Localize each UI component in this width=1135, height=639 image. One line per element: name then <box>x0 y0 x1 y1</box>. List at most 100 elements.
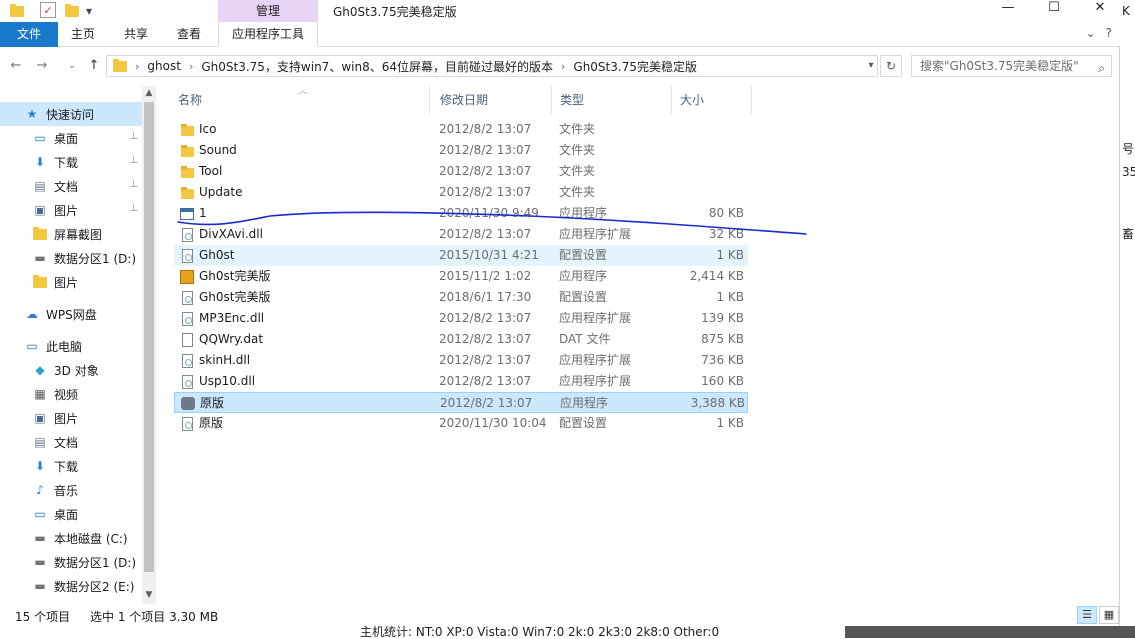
recent-locations-button[interactable]: ⌄ <box>64 57 80 75</box>
tab-file[interactable]: 文件 <box>0 22 58 47</box>
maximize-button[interactable]: ☐ <box>1031 0 1077 18</box>
address-dropdown-icon[interactable]: ▾ <box>864 56 878 76</box>
host-statistics: 主机统计: NT:0 XP:0 Vista:0 Win7:0 2k:0 2k3:… <box>360 625 720 639</box>
file-date: 2015/11/2 1:02 <box>439 269 532 283</box>
folder-icon <box>180 185 194 200</box>
refresh-button[interactable]: ↻ <box>880 55 902 77</box>
file-size: 1 KB <box>716 248 744 262</box>
tab-share[interactable]: 共享 <box>110 22 162 47</box>
file-size: 139 KB <box>701 311 744 325</box>
column-header-date[interactable]: 修改日期 <box>430 86 552 114</box>
nav-item[interactable]: 屏幕截图 <box>0 222 142 246</box>
file-size: 1 KB <box>716 290 744 304</box>
nav-item-label: 数据分区2 (E:) <box>54 579 135 594</box>
file-date: 2012/8/2 13:07 <box>439 164 532 178</box>
file-row[interactable]: Sound 2012/8/2 13:07 文件夹 <box>174 140 748 161</box>
nav-item[interactable]: ⬇ 下载 ⊥ <box>0 150 142 174</box>
file-size: 736 KB <box>701 353 744 367</box>
nav-item[interactable]: ▣ 图片 ⊥ <box>0 198 142 222</box>
search-input[interactable]: 搜索"Gh0St3.75完美稳定版" ⌕ <box>911 55 1112 77</box>
search-icon[interactable]: ⌕ <box>1098 58 1105 78</box>
nav-item[interactable]: 图片 <box>0 270 142 294</box>
file-row[interactable]: Tool 2012/8/2 13:07 文件夹 <box>174 161 748 182</box>
file-row[interactable]: Ico 2012/8/2 13:07 文件夹 <box>174 119 748 140</box>
file-row[interactable]: DivXAvi.dll 2012/8/2 13:07 应用程序扩展 32 KB <box>174 224 748 245</box>
details-view-button[interactable]: ☰ <box>1077 606 1097 624</box>
nav-item[interactable]: ⬇ 下载 <box>0 454 142 478</box>
nav-item[interactable]: ★ 快速访问 <box>0 102 142 126</box>
file-row[interactable]: skinH.dll 2012/8/2 13:07 应用程序扩展 736 KB <box>174 350 748 371</box>
help-icon[interactable]: ? <box>1106 26 1112 40</box>
video-icon: ▦ <box>34 387 46 401</box>
address-bar[interactable]: › ghost › Gh0St3.75，支持win7、win8、64位屏幕，目前… <box>106 55 878 77</box>
desktop-icon: ▭ <box>34 507 46 521</box>
nav-item[interactable]: ▭ 此电脑 <box>0 334 142 358</box>
breadcrumb-ghost[interactable]: ghost <box>147 59 181 73</box>
file-row[interactable]: 原版 2012/8/2 13:07 应用程序 3,388 KB <box>174 392 748 413</box>
file-date: 2012/8/2 13:07 <box>439 143 532 157</box>
ribbon-expand-icon[interactable]: ⌄ <box>1086 26 1096 40</box>
minimize-button[interactable]: — <box>985 0 1031 18</box>
properties-icon[interactable]: ✓ <box>40 2 56 18</box>
tab-application-tools[interactable]: 应用程序工具 <box>218 22 318 47</box>
breadcrumb-gh0st-parent[interactable]: Gh0St3.75，支持win7、win8、64位屏幕，目前碰过最好的版本 <box>201 58 553 75</box>
address-folder-icon <box>113 58 127 72</box>
file-name: Sound <box>199 143 237 157</box>
file-type: 应用程序扩展 <box>559 227 632 241</box>
nav-item[interactable]: ☁ WPS网盘 <box>0 302 142 326</box>
explorer-window: ✓ ▾ 管理 Gh0St3.75完美稳定版 — ☐ ✕ 文件 主页 共享 查看 … <box>0 0 1120 626</box>
forward-button[interactable]: → <box>34 57 50 75</box>
close-button[interactable]: ✕ <box>1077 0 1123 18</box>
breadcrumb-separator[interactable]: › <box>135 60 139 73</box>
file-row[interactable]: QQWry.dat 2012/8/2 13:07 DAT 文件 875 KB <box>174 329 748 350</box>
file-row[interactable]: Update 2012/8/2 13:07 文件夹 <box>174 182 748 203</box>
nav-item[interactable]: ▬ 数据分区2 (E:) <box>0 574 142 598</box>
application-icon <box>180 206 194 221</box>
file-row[interactable]: MP3Enc.dll 2012/8/2 13:07 应用程序扩展 139 KB <box>174 308 748 329</box>
nav-item[interactable]: ♪ 音乐 <box>0 478 142 502</box>
file-name: skinH.dll <box>199 353 251 367</box>
file-row[interactable]: Usp10.dll 2012/8/2 13:07 应用程序扩展 160 KB <box>174 371 748 392</box>
nav-item-label: 桌面 <box>54 131 79 146</box>
column-header-type[interactable]: 类型 <box>550 86 672 114</box>
scroll-down-arrow[interactable]: ▼ <box>142 588 156 602</box>
column-header-size[interactable]: 大小 <box>670 86 752 114</box>
navigation-pane: ▲ ▼ ★ 快速访问 ▭ 桌面 ⊥ ⬇ 下载 ⊥ ▤ 文档 ⊥ ▣ 图片 ⊥ 屏幕截图 ▬ 数据分区1 (D:)… <box>0 86 156 604</box>
file-row[interactable]: Gh0st 2015/10/31 4:21 配置设置 1 KB <box>174 245 748 266</box>
file-size <box>670 140 744 161</box>
nav-item[interactable]: ▭ 桌面 ⊥ <box>0 126 142 150</box>
file-row[interactable]: 1 2020/11/30 9:49 应用程序 80 KB <box>174 203 748 224</box>
up-button[interactable]: ↑ <box>86 57 102 75</box>
address-row: ← → ⌄ ↑ › ghost › Gh0St3.75，支持win7、win8、… <box>0 48 1120 84</box>
file-row[interactable]: Gh0st完美版 2018/6/1 17:30 配置设置 1 KB <box>174 287 748 308</box>
tab-view[interactable]: 查看 <box>164 22 214 47</box>
qa-dropdown-icon[interactable]: ▾ <box>86 2 92 20</box>
tab-home[interactable]: 主页 <box>58 22 108 47</box>
nav-item[interactable]: ▤ 文档 ⊥ <box>0 174 142 198</box>
back-button[interactable]: ← <box>8 57 24 75</box>
nav-item[interactable]: ▬ 本地磁盘 (C:) <box>0 526 142 550</box>
scroll-up-arrow[interactable]: ▲ <box>142 86 156 100</box>
nav-item[interactable]: ▬ 数据分区1 (D:) <box>0 550 142 574</box>
nav-item[interactable]: ▬ 数据分区1 (D:) <box>0 246 142 270</box>
large-icons-view-button[interactable]: ▦ <box>1099 606 1119 624</box>
nav-scrollbar[interactable]: ▲ ▼ <box>142 86 156 604</box>
breadcrumb-separator[interactable]: › <box>189 60 193 73</box>
column-header-name[interactable]: 名称 ︿ <box>168 86 430 114</box>
nav-item[interactable]: ▭ 桌面 <box>0 502 142 526</box>
file-row[interactable]: 原版 2020/11/30 10:04 配置设置 1 KB <box>174 413 748 434</box>
manage-tab[interactable]: 管理 <box>218 0 318 22</box>
breadcrumb-current[interactable]: Gh0St3.75完美稳定版 <box>573 58 697 75</box>
nav-item[interactable]: ▦ 视频 <box>0 382 142 406</box>
nav-item[interactable]: ▣ 图片 <box>0 406 142 430</box>
file-row[interactable]: Gh0st完美版 2015/11/2 1:02 应用程序 2,414 KB <box>174 266 748 287</box>
nav-scroll-thumb[interactable] <box>144 102 154 572</box>
file-type: 应用程序 <box>559 269 608 283</box>
drive-icon: ▬ <box>34 251 46 265</box>
nav-item[interactable]: ▤ 文档 <box>0 430 142 454</box>
nav-item[interactable]: ◆ 3D 对象 <box>0 358 142 382</box>
quick-access-folder-icon[interactable] <box>10 2 24 20</box>
breadcrumb-separator[interactable]: › <box>561 60 565 73</box>
file-name: Ico <box>199 122 217 136</box>
new-folder-icon[interactable] <box>65 2 79 20</box>
